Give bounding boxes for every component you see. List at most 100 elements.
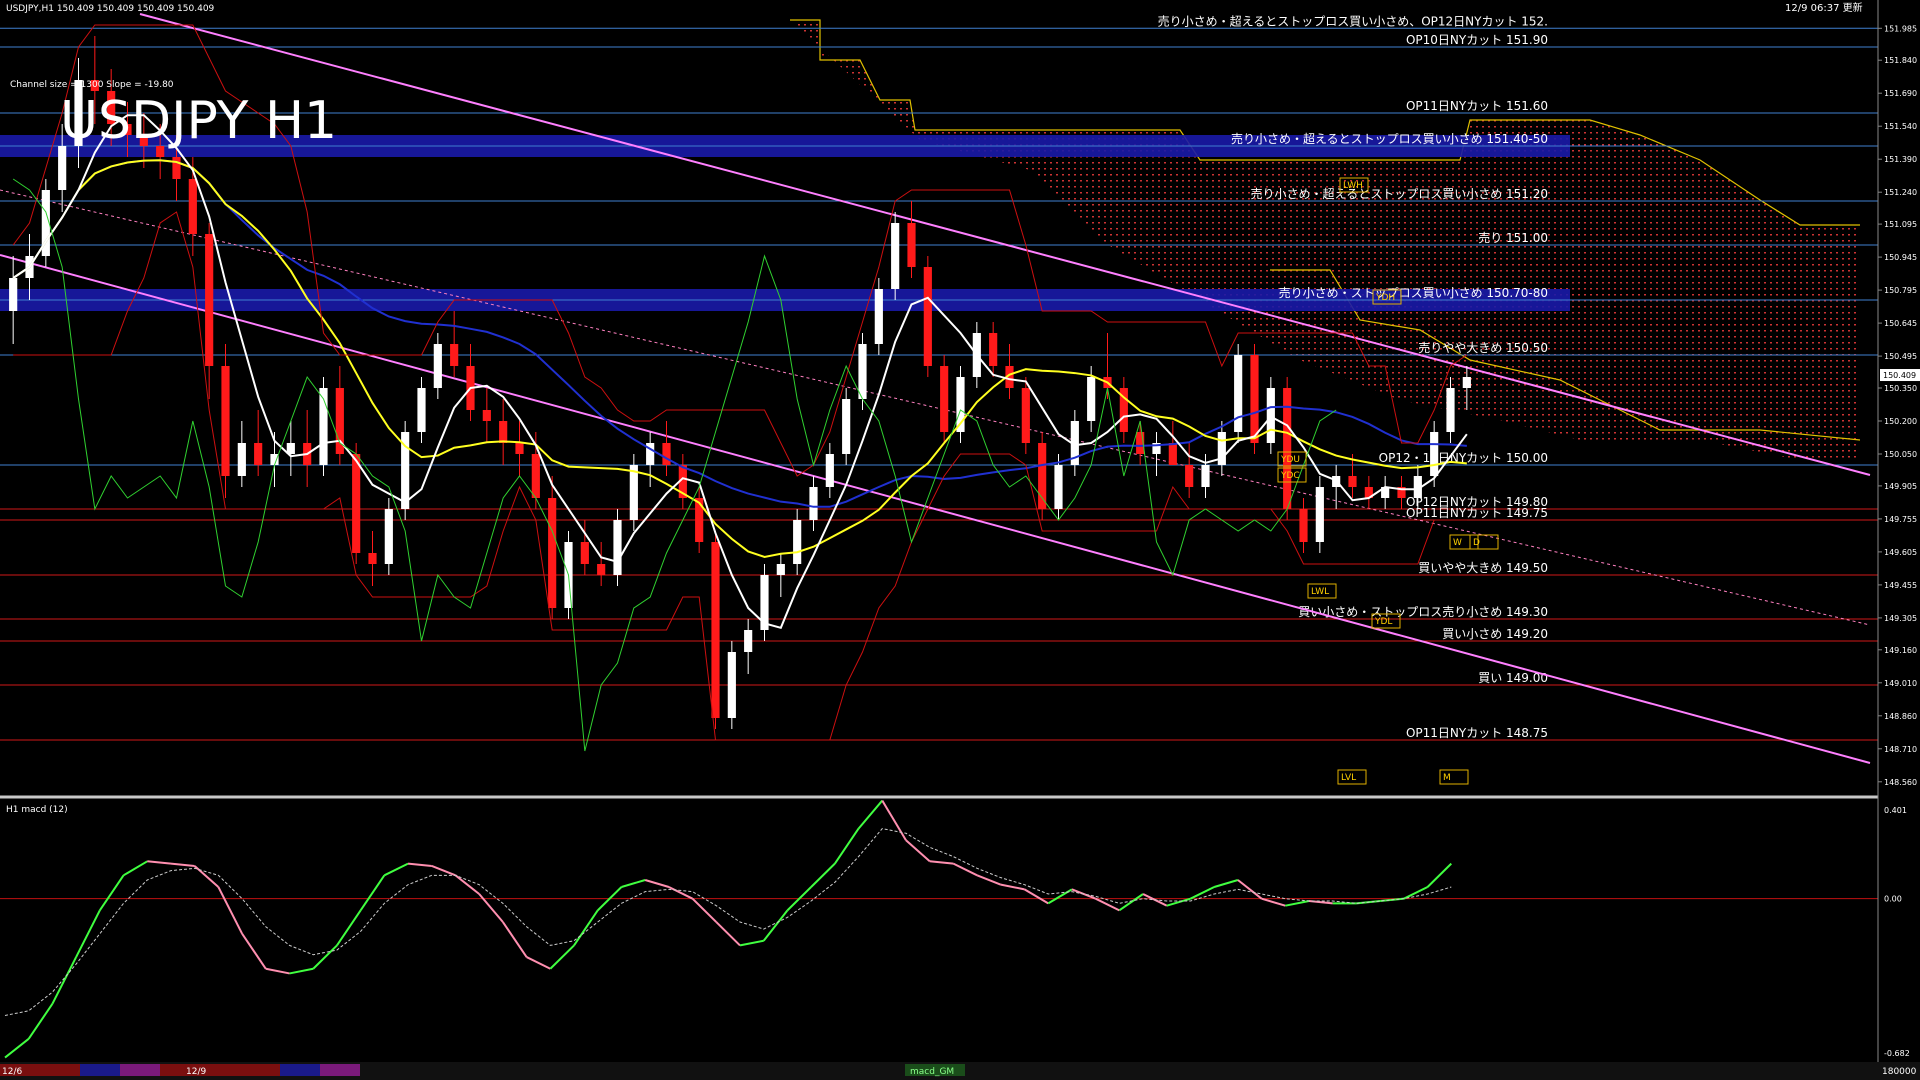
session-box-label: LWL bbox=[1311, 587, 1329, 597]
price-axis-label: 151.840 bbox=[1884, 56, 1917, 65]
price-axis-label: 149.160 bbox=[1884, 646, 1917, 655]
candle-body bbox=[662, 443, 671, 465]
price-axis-label: 148.710 bbox=[1884, 745, 1917, 754]
candle-body bbox=[1168, 443, 1177, 465]
price-axis-label: 151.095 bbox=[1884, 220, 1917, 229]
price-axis-label: 149.605 bbox=[1884, 548, 1917, 557]
candle-body bbox=[1021, 388, 1030, 443]
session-box-label: M bbox=[1443, 773, 1451, 783]
session-box-label: YDL bbox=[1374, 617, 1392, 627]
candle-body bbox=[270, 454, 279, 465]
chart-root[interactable]: 売り小さめ・超えるとストップロス買い小さめ、OP12日NYカット 152. OP1… bbox=[0, 0, 1920, 1080]
session-box-label: YDH bbox=[1375, 293, 1395, 303]
price-axis-label: 149.305 bbox=[1884, 614, 1917, 623]
header-left: USDJPY,H1 150.409 150.409 150.409 150.40… bbox=[6, 4, 215, 14]
level-label: 売り小さめ・超えるとストップロス買い小さめ 151.20 bbox=[1251, 186, 1548, 201]
price-axis-label: 150.495 bbox=[1884, 352, 1917, 361]
candle-body bbox=[744, 630, 753, 652]
status-right: 180000 bbox=[1882, 1067, 1917, 1077]
candle-body bbox=[793, 520, 802, 564]
price-axis-label: 150.945 bbox=[1884, 253, 1917, 262]
price-axis-label: 150.200 bbox=[1884, 417, 1917, 426]
price-axis-label: 151.985 bbox=[1884, 24, 1917, 33]
candle-body bbox=[188, 179, 197, 234]
header-right: 12/9 06:37 更新 bbox=[1785, 1, 1863, 14]
status-left-date: 12/6 bbox=[2, 1067, 22, 1077]
candle-body bbox=[482, 410, 491, 421]
candle-body bbox=[907, 223, 916, 267]
session-box-label: YDU bbox=[1280, 455, 1300, 465]
candle-body bbox=[809, 487, 818, 520]
candle-body bbox=[417, 388, 426, 432]
candle-body bbox=[989, 333, 998, 366]
level-label: OP11日NYカット 151.60 bbox=[1406, 99, 1548, 113]
candle-body bbox=[629, 465, 638, 520]
candle-body bbox=[1446, 388, 1455, 432]
candle-body bbox=[1299, 509, 1308, 542]
candle-body bbox=[858, 344, 867, 399]
candle-body bbox=[891, 223, 900, 289]
price-axis-label: 151.240 bbox=[1884, 188, 1917, 197]
session-box-label: LVL bbox=[1341, 773, 1356, 783]
candle-body bbox=[1038, 443, 1047, 509]
price-axis-label: 151.540 bbox=[1884, 122, 1917, 131]
price-axis-label: 148.560 bbox=[1884, 778, 1917, 787]
candle-body bbox=[384, 509, 393, 564]
macd-axis-label: 0.401 bbox=[1884, 806, 1907, 815]
price-axis-label: 150.050 bbox=[1884, 450, 1917, 459]
level-label: OP10日NYカット 151.90 bbox=[1406, 33, 1548, 47]
status-mid-date: 12/9 bbox=[186, 1067, 206, 1077]
level-label: 売り小さめ・超えるとストップロス買い小さめ、OP12日NYカット 152. bbox=[1158, 13, 1548, 28]
price-axis-label: 149.755 bbox=[1884, 515, 1917, 524]
candle-body bbox=[254, 443, 263, 465]
candle-body bbox=[1054, 465, 1063, 509]
candle-body bbox=[499, 421, 508, 443]
candle-body bbox=[531, 454, 540, 498]
session-box-label: YDC bbox=[1280, 471, 1300, 481]
candle-body bbox=[695, 498, 704, 542]
candle-body bbox=[515, 443, 524, 454]
price-axis-label: 151.690 bbox=[1884, 89, 1917, 98]
candle-body bbox=[597, 564, 606, 575]
candle-body bbox=[1430, 432, 1439, 476]
price-axis-label: 150.795 bbox=[1884, 286, 1917, 295]
candle-body bbox=[352, 454, 361, 553]
price-axis-label: 150.645 bbox=[1884, 319, 1917, 328]
price-axis-label: 150.350 bbox=[1884, 384, 1917, 393]
session-box-label: D bbox=[1473, 538, 1480, 548]
candle-body bbox=[727, 652, 736, 718]
candle-body bbox=[368, 553, 377, 564]
level-label: OP11日NYカット 148.75 bbox=[1406, 726, 1548, 740]
candle-body bbox=[1462, 377, 1471, 388]
symbol-title: USDJPY H1 bbox=[60, 91, 337, 151]
candle-body bbox=[58, 146, 67, 190]
candle-body bbox=[433, 344, 442, 388]
macd-axis-label: 0.00 bbox=[1884, 895, 1902, 904]
candle-body bbox=[9, 278, 18, 311]
price-axis-label: 149.455 bbox=[1884, 581, 1917, 590]
candle-body bbox=[1234, 355, 1243, 432]
level-label: OP11日NYカット 149.75 bbox=[1406, 506, 1548, 520]
candle-body bbox=[613, 520, 622, 575]
status-tab: macd_GM bbox=[910, 1067, 954, 1077]
level-label: 売り小さめ・超えるとストップロス買い小さめ 151.40-50 bbox=[1231, 131, 1548, 146]
candle-body bbox=[1185, 465, 1194, 487]
channel-info: Channel size = 1300 Slope = -19.80 bbox=[10, 80, 174, 90]
level-label: 売りやや大きめ 150.50 bbox=[1418, 340, 1548, 355]
price-axis-label: 148.860 bbox=[1884, 712, 1917, 721]
level-label: 売り 151.00 bbox=[1478, 230, 1548, 245]
candle-body bbox=[450, 344, 459, 366]
candle-body bbox=[940, 366, 949, 432]
status-bar: 12/6 12/9 macd_GM 180000 bbox=[0, 1062, 1920, 1080]
price-axis-label: 151.390 bbox=[1884, 155, 1917, 164]
candle-body bbox=[548, 498, 557, 608]
candle-body bbox=[172, 157, 181, 179]
session-box-label: LWH bbox=[1343, 181, 1363, 191]
candle-body bbox=[580, 542, 589, 564]
candle-body bbox=[1315, 487, 1324, 542]
level-label: 買い小さめ・ストップロス売り小さめ 149.30 bbox=[1298, 604, 1548, 619]
candle-body bbox=[1201, 465, 1210, 487]
level-label: 買い小さめ 149.20 bbox=[1442, 627, 1548, 641]
candle-body bbox=[923, 267, 932, 366]
session-box-label: W bbox=[1453, 538, 1462, 548]
